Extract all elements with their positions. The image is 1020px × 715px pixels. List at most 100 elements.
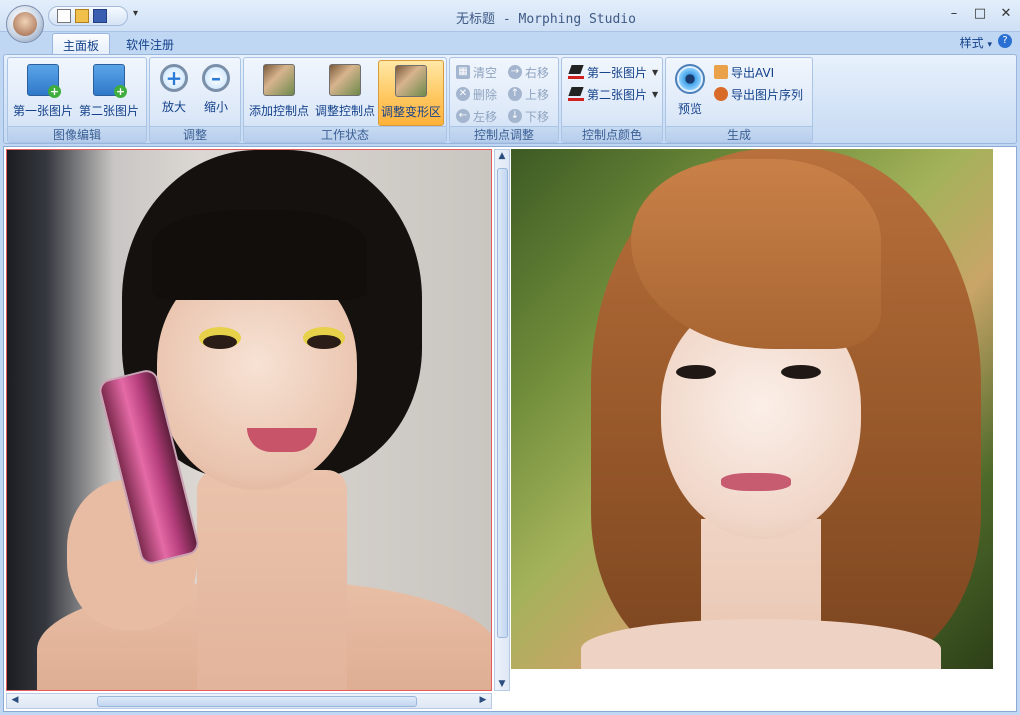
scroll-up-arrow-icon[interactable]: ▲ (495, 151, 509, 161)
adjust-morph-area-label: 调整变形区 (380, 105, 441, 119)
group-label: 控制点调整 (450, 126, 558, 142)
zoom-in-icon: + (160, 64, 188, 92)
app-menu-button[interactable] (6, 5, 44, 43)
tab-main-panel[interactable]: 主面板 (52, 33, 111, 55)
move-up-button[interactable]: ↑ 上移 (508, 84, 549, 104)
workspace: ▲ ▼ ◀ ▶ (3, 146, 1017, 712)
window-title: 无标题 - Morphing Studio (456, 12, 636, 27)
close-button[interactable]: ✕ (996, 6, 1016, 21)
move-left-label: 左移 (473, 109, 498, 124)
pen-color-icon (568, 65, 584, 79)
group-label: 调整 (150, 126, 240, 142)
scroll-right-arrow-icon[interactable]: ▶ (476, 695, 490, 705)
minimize-button[interactable]: – (944, 6, 964, 21)
portrait-mouth (721, 473, 791, 491)
first-image-canvas[interactable] (6, 149, 492, 691)
first-image-label: 第一张图片 (12, 104, 73, 118)
add-point-icon (263, 64, 295, 96)
portrait-eye (307, 335, 341, 349)
scrollbar-thumb[interactable] (497, 168, 508, 638)
portrait-eye (781, 365, 821, 379)
morph-area-icon (395, 65, 427, 97)
group-generate: 预览 导出AVI 导出图片序列 生成 (665, 57, 813, 143)
pen-color-icon (568, 87, 584, 101)
second-image-button[interactable]: 第二张图片 (78, 60, 140, 126)
tab-software-registration[interactable]: 软件注册 (116, 33, 184, 55)
scrollbar-thumb[interactable] (97, 696, 417, 707)
add-control-point-label: 添加控制点 (248, 104, 309, 118)
adjust-control-point-button[interactable]: 调整控制点 (312, 60, 378, 126)
first-image-color-dropdown[interactable]: 第一张图片 ▼ (568, 62, 658, 82)
second-image-canvas[interactable] (511, 149, 993, 669)
move-right-label: 右移 (525, 65, 550, 80)
app-logo-icon (13, 12, 37, 36)
arrow-right-icon: → (508, 65, 522, 79)
add-image-icon (93, 64, 127, 98)
export-avi-button[interactable]: 导出AVI (714, 62, 774, 82)
move-left-button[interactable]: ← 左移 (456, 106, 497, 126)
portrait-neck (197, 470, 347, 690)
export-image-sequence-label: 导出图片序列 (731, 87, 804, 102)
move-down-button[interactable]: ↓ 下移 (508, 106, 549, 126)
group-label: 控制点颜色 (562, 126, 662, 142)
ribbon-tabs: 主面板 软件注册 (0, 32, 1020, 55)
chevron-down-icon: ▾ (987, 40, 992, 50)
move-up-label: 上移 (525, 87, 550, 102)
group-work-state: 添加控制点 调整控制点 调整变形区 工作状态 (243, 57, 447, 143)
add-control-point-button[interactable]: 添加控制点 (246, 60, 312, 126)
group-label: 图像编辑 (8, 126, 146, 142)
group-label: 工作状态 (244, 126, 446, 142)
export-image-sequence-button[interactable]: 导出图片序列 (714, 84, 803, 104)
group-image-edit: 第一张图片 第二张图片 图像编辑 (7, 57, 147, 143)
first-image-button[interactable]: 第一张图片 (12, 60, 74, 126)
move-right-button[interactable]: → 右移 (508, 62, 549, 82)
adjust-morph-area-button[interactable]: 调整变形区 (378, 60, 444, 126)
chevron-down-icon: ▼ (652, 89, 659, 99)
style-menu[interactable]: 样式 ▾ (960, 34, 992, 51)
second-image-color-dropdown[interactable]: 第二张图片 ▼ (568, 84, 658, 104)
clear-button[interactable]: ▦ 清空 (456, 62, 497, 82)
group-point-adjust: ▦ 清空 → 右移 ✕ 删除 ↑ 上移 ← 左移 ↓ 下移 控制点调整 (449, 57, 559, 143)
portrait-eye (676, 365, 716, 379)
style-menu-label: 样式 (959, 36, 984, 50)
chevron-down-icon: ▼ (652, 67, 659, 77)
preview-label: 预览 (677, 102, 702, 116)
image-sequence-icon (714, 87, 728, 101)
adjust-control-point-label: 调整控制点 (314, 104, 375, 118)
zoom-out-label: 缩小 (203, 100, 228, 114)
arrow-up-icon: ↑ (508, 87, 522, 101)
export-avi-label: 导出AVI (731, 65, 775, 80)
delete-x-icon: ✕ (456, 87, 470, 101)
horizontal-scrollbar[interactable]: ◀ ▶ (6, 693, 492, 709)
help-icon[interactable]: ? (998, 34, 1012, 48)
delete-label: 删除 (473, 87, 498, 102)
second-image-color-label: 第二张图片 (587, 87, 648, 102)
clear-label: 清空 (473, 65, 498, 80)
arrow-down-icon: ↓ (508, 109, 522, 123)
zoom-out-icon: – (202, 64, 230, 92)
arrow-left-icon: ← (456, 109, 470, 123)
film-icon (714, 65, 728, 79)
preview-button[interactable]: 预览 (670, 60, 710, 126)
move-down-label: 下移 (525, 109, 550, 124)
adjust-point-icon (329, 64, 361, 96)
scroll-left-arrow-icon[interactable]: ◀ (8, 695, 22, 705)
vertical-scrollbar[interactable]: ▲ ▼ (494, 149, 510, 691)
portrait-bangs (152, 210, 367, 300)
group-label: 生成 (666, 126, 812, 142)
first-image-color-label: 第一张图片 (587, 65, 648, 80)
zoom-in-button[interactable]: + 放大 (154, 60, 194, 126)
add-image-icon (27, 64, 61, 98)
scroll-down-arrow-icon[interactable]: ▼ (495, 679, 509, 689)
eye-icon (675, 64, 705, 94)
delete-button[interactable]: ✕ 删除 (456, 84, 497, 104)
clear-icon: ▦ (456, 65, 470, 79)
zoom-out-button[interactable]: – 缩小 (196, 60, 236, 126)
zoom-in-label: 放大 (161, 100, 186, 114)
portrait-eye (203, 335, 237, 349)
second-image-label: 第二张图片 (78, 104, 139, 118)
group-point-color: 第一张图片 ▼ 第二张图片 ▼ 控制点颜色 (561, 57, 663, 143)
maximize-button[interactable]: □ (970, 6, 990, 21)
group-adjust: + 放大 – 缩小 调整 (149, 57, 241, 143)
ribbon: 第一张图片 第二张图片 图像编辑 + 放大 – 缩小 调整 添加控制点 调整控制… (3, 54, 1017, 144)
